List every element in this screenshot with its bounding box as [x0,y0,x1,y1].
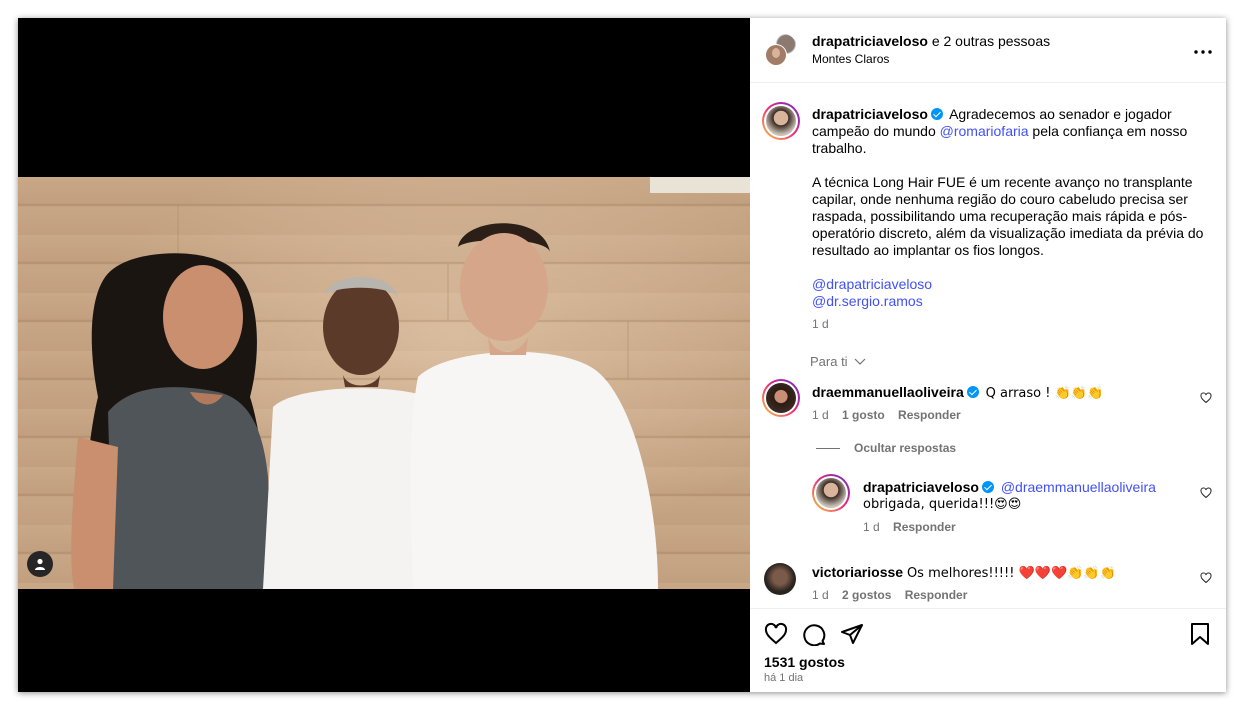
reply-username[interactable]: drapatriciaveloso [863,479,979,495]
comment-1-meta: 1 d 1 gosto Responder [812,408,961,422]
hide-replies-button[interactable]: Ocultar respostas [816,441,956,455]
more-options-button[interactable] [1194,38,1212,59]
person-left [71,253,273,589]
comment-3: victoriariosse Os melhores!!!!! ❤️❤️❤️👏👏… [812,564,1192,581]
caption-avatar[interactable] [762,102,800,140]
more-icon [1194,50,1212,54]
location-link[interactable]: Montes Claros [812,52,889,66]
header-username[interactable]: drapatriciaveloso [812,33,928,49]
heart-icon[interactable] [764,622,788,646]
caption-paragraph-2: A técnica Long Hair FUE é um recente ava… [812,174,1204,258]
comment-3-meta: 1 d 2 gostos Responder [812,588,967,602]
reply-avatar[interactable] [812,474,850,512]
verified-icon [930,108,943,120]
post-photo [18,177,750,589]
reply-1: drapatriciaveloso @draemmanuellaoliveira… [863,479,1193,513]
user-tag-icon [35,558,45,570]
post-dialog: drapatriciaveloso e 2 outras pessoas Mon… [18,18,1226,692]
comment-like-heart-icon[interactable] [1200,572,1212,584]
caption-mention-1[interactable]: @drapatriciaveloso [812,276,1204,293]
comment-icon[interactable] [802,622,826,646]
reply-text: obrigada, querida!!!😍😍 [863,497,1022,512]
comment-like-heart-icon[interactable] [1200,392,1212,404]
caption-mention-romario[interactable]: @romariofaria [940,123,1029,139]
comment-time[interactable]: 1 d [812,588,829,602]
post-caption: drapatriciaveloso Agradecemos ao senador… [812,106,1204,333]
caption-mention-2[interactable]: @dr.sergio.ramos [812,293,1204,310]
divider [750,608,1226,609]
chevron-down-icon [854,358,866,365]
verified-icon [981,481,994,493]
comment-username[interactable]: draemmanuellaoliveira [812,384,964,400]
header-title[interactable]: drapatriciaveloso e 2 outras pessoas [812,33,1050,49]
bookmark-icon[interactable] [1188,622,1212,646]
collab-avatars[interactable] [764,33,798,67]
comment-likes[interactable]: 1 gosto [842,408,885,422]
post-header: drapatriciaveloso e 2 outras pessoas Mon… [750,18,1226,83]
reply-time[interactable]: 1 d [863,520,880,534]
header-collab-text[interactable]: e 2 outras pessoas [928,33,1050,49]
comments-filter-label: Para ti [810,354,848,369]
comment-text: Q arraso ! 👏👏👏 [985,386,1104,401]
reply-like-heart-icon[interactable] [1200,487,1212,499]
post-time[interactable]: há 1 dia [764,672,803,684]
post-media[interactable] [18,18,750,692]
comments-filter[interactable]: Para ti [810,354,866,369]
comment-likes[interactable]: 2 gostos [842,588,891,602]
divider [816,448,840,450]
comment-avatar[interactable] [764,563,796,595]
comment-username[interactable]: victoriariosse [812,564,903,580]
share-icon[interactable] [840,622,864,646]
hide-replies-label: Ocultar respostas [854,441,957,455]
caption-username[interactable]: drapatriciaveloso [812,106,928,122]
reply-button[interactable]: Responder [898,408,961,422]
comment-1: draemmanuellaoliveira Q arraso ! 👏👏👏 [812,384,1192,401]
comment-text: Os melhores!!!!! ❤️❤️❤️👏👏👏 [906,566,1116,581]
caption-timestamp[interactable]: 1 d [812,316,1204,333]
user-tag-button[interactable] [27,551,53,577]
post-side-panel: drapatriciaveloso e 2 outras pessoas Mon… [750,18,1226,692]
comment-time[interactable]: 1 d [812,408,829,422]
reply-1-meta: 1 d Responder [863,520,956,534]
reply-button[interactable]: Responder [893,520,956,534]
likes-count[interactable]: 1531 gostos [764,654,845,670]
comment-avatar[interactable] [762,379,800,417]
reply-button[interactable]: Responder [905,588,968,602]
reply-mention[interactable]: @draemmanuellaoliveira [1001,479,1156,495]
verified-icon [966,386,979,398]
